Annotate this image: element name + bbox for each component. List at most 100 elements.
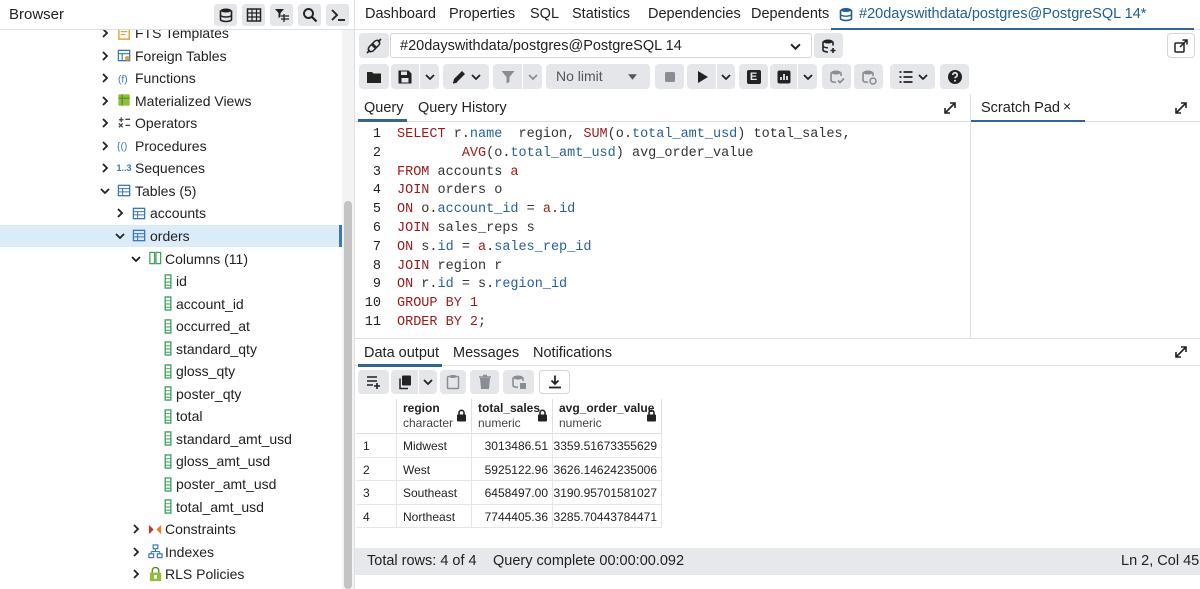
tree-item[interactable]: Indexes	[0, 541, 342, 564]
chevron-right-icon[interactable]	[99, 162, 111, 174]
filtered-rows-button[interactable]	[270, 4, 293, 26]
execute-options-dropdown[interactable]	[717, 64, 735, 89]
commit-button[interactable]	[822, 64, 851, 89]
region-cell[interactable]: West	[397, 457, 472, 482]
search-objects-button[interactable]	[298, 4, 321, 26]
help-button[interactable]	[940, 64, 969, 89]
grid-corner-cell[interactable]	[356, 399, 397, 434]
tab-dependents[interactable]: Dependents	[751, 6, 829, 22]
code-line[interactable]: JOIN sales_reps s	[397, 221, 535, 236]
maximize-icon[interactable]	[1174, 101, 1188, 115]
tree-item[interactable]: orders	[0, 224, 342, 248]
row-number-cell[interactable]: 1	[356, 434, 397, 458]
tree-item[interactable]: RLS Policies	[0, 563, 342, 586]
tree-item[interactable]: Materialized Views	[0, 90, 342, 113]
code-line[interactable]: JOIN region r	[397, 259, 502, 274]
tab-data-output[interactable]: Data output	[364, 345, 439, 361]
tab-dashboard[interactable]: Dashboard	[365, 6, 436, 22]
region-cell[interactable]: Midwest	[397, 434, 472, 458]
chevron-right-icon[interactable]	[99, 117, 111, 129]
tree-item[interactable]: 1..3 Sequences	[0, 157, 342, 180]
save-data-button[interactable]	[503, 370, 534, 394]
tree-item[interactable]: occurred_at	[0, 315, 342, 338]
code-line[interactable]: ON o.account_id = a.id	[397, 202, 575, 217]
code-line[interactable]: JOIN orders o	[397, 183, 502, 198]
tree-item[interactable]: poster_qty	[0, 383, 342, 406]
code-line[interactable]: AVG(o.total_amt_usd) avg_order_value	[397, 146, 754, 161]
tree-item[interactable]: account_id	[0, 293, 342, 316]
chevron-right-icon[interactable]	[99, 95, 111, 107]
close-icon[interactable]: ×	[1063, 98, 1071, 114]
tab-notifications[interactable]: Notifications	[533, 345, 612, 361]
psql-tool-button[interactable]	[326, 4, 349, 26]
maximize-icon[interactable]	[943, 101, 957, 115]
tree-item[interactable]: {() Procedures	[0, 135, 342, 158]
tree-item[interactable]: Constraints	[0, 518, 342, 541]
code-line[interactable]: ON r.id = s.region_id	[397, 277, 567, 292]
total-sales-cell[interactable]: 6458497.00	[472, 481, 553, 505]
add-row-button[interactable]	[358, 370, 389, 394]
connection-status-button[interactable]	[359, 33, 389, 58]
row-limit-select[interactable]: No limit	[546, 64, 650, 89]
tab-query-tool[interactable]: #20dayswithdata/postgres@PostgreSQL 14*	[831, 0, 1194, 30]
tree-item[interactable]: id	[0, 270, 342, 293]
tree-item[interactable]: Columns (11)	[0, 248, 342, 271]
filter-options-dropdown[interactable]	[523, 64, 542, 89]
delete-row-button[interactable]	[470, 370, 499, 394]
tab-dependencies[interactable]: Dependencies	[648, 6, 741, 22]
tab-messages[interactable]: Messages	[453, 345, 519, 361]
row-number-cell[interactable]: 4	[356, 504, 397, 529]
chevron-right-icon[interactable]	[130, 546, 142, 558]
tree-item[interactable]: standard_qty	[0, 338, 342, 361]
chevron-down-icon[interactable]	[114, 230, 126, 242]
tree-item[interactable]: FTS Templates	[0, 30, 342, 45]
tab-properties[interactable]: Properties	[449, 6, 515, 22]
open-new-tab-button[interactable]	[1167, 33, 1195, 58]
chevron-down-icon[interactable]	[130, 253, 142, 265]
tree-item[interactable]: gloss_qty	[0, 360, 342, 383]
tree-item[interactable]: total_amt_usd	[0, 496, 342, 519]
copy-options-dropdown[interactable]	[419, 370, 437, 394]
tree-item[interactable]: (f) Functions	[0, 67, 342, 90]
edit-dropdown-button[interactable]	[443, 64, 489, 89]
tab-query-history[interactable]: Query History	[418, 100, 507, 116]
row-number-cell[interactable]: 3	[356, 481, 397, 505]
chevron-right-icon[interactable]	[99, 50, 111, 62]
chevron-right-icon[interactable]	[99, 72, 111, 84]
chevron-right-icon[interactable]	[99, 30, 111, 39]
row-number-cell[interactable]: 2	[356, 457, 397, 482]
avg-order-value-cell[interactable]: 3626.14624235006	[553, 457, 662, 482]
avg-order-value-cell[interactable]: 3285.70443784471	[553, 504, 662, 529]
total-sales-cell[interactable]: 7744405.36	[472, 504, 553, 529]
save-file-button[interactable]	[391, 64, 419, 89]
region-cell[interactable]: Southeast	[397, 481, 472, 505]
new-connection-button[interactable]	[814, 33, 843, 58]
tree-item[interactable]: gloss_amt_usd	[0, 450, 342, 473]
copy-button[interactable]	[391, 370, 418, 394]
column-header[interactable]: total_sales numeric	[472, 399, 553, 434]
chevron-right-icon[interactable]	[99, 140, 111, 152]
maximize-icon[interactable]	[1174, 345, 1188, 359]
filter-button[interactable]	[493, 64, 522, 89]
avg-order-value-cell[interactable]: 3359.51673355629	[553, 434, 662, 458]
tab-statistics[interactable]: Statistics	[572, 6, 630, 22]
explain-options-dropdown[interactable]	[798, 64, 817, 89]
chevron-right-icon[interactable]	[114, 207, 126, 219]
download-button[interactable]	[539, 370, 570, 394]
execute-button[interactable]	[687, 64, 716, 89]
rollback-button[interactable]	[854, 64, 883, 89]
code-line[interactable]: ORDER BY 2;	[397, 315, 486, 330]
tab-scratch-pad[interactable]: Scratch Pad ×	[971, 94, 1085, 122]
tree-item[interactable]: Operators	[0, 112, 342, 135]
column-header[interactable]: region character	[397, 399, 472, 434]
connection-select[interactable]: #20dayswithdata/postgres@PostgreSQL 14	[390, 33, 812, 58]
open-file-button[interactable]	[359, 64, 389, 89]
explain-button[interactable]: E	[739, 64, 768, 89]
total-sales-cell[interactable]: 5925122.96	[472, 457, 553, 482]
explain-analyze-button[interactable]	[770, 64, 797, 89]
tab-sql[interactable]: SQL	[530, 6, 559, 22]
cancel-query-button[interactable]	[655, 64, 684, 89]
object-explorer-button[interactable]	[214, 4, 237, 26]
code-line[interactable]: FROM accounts a	[397, 165, 519, 180]
tree-item[interactable]: total	[0, 405, 342, 428]
